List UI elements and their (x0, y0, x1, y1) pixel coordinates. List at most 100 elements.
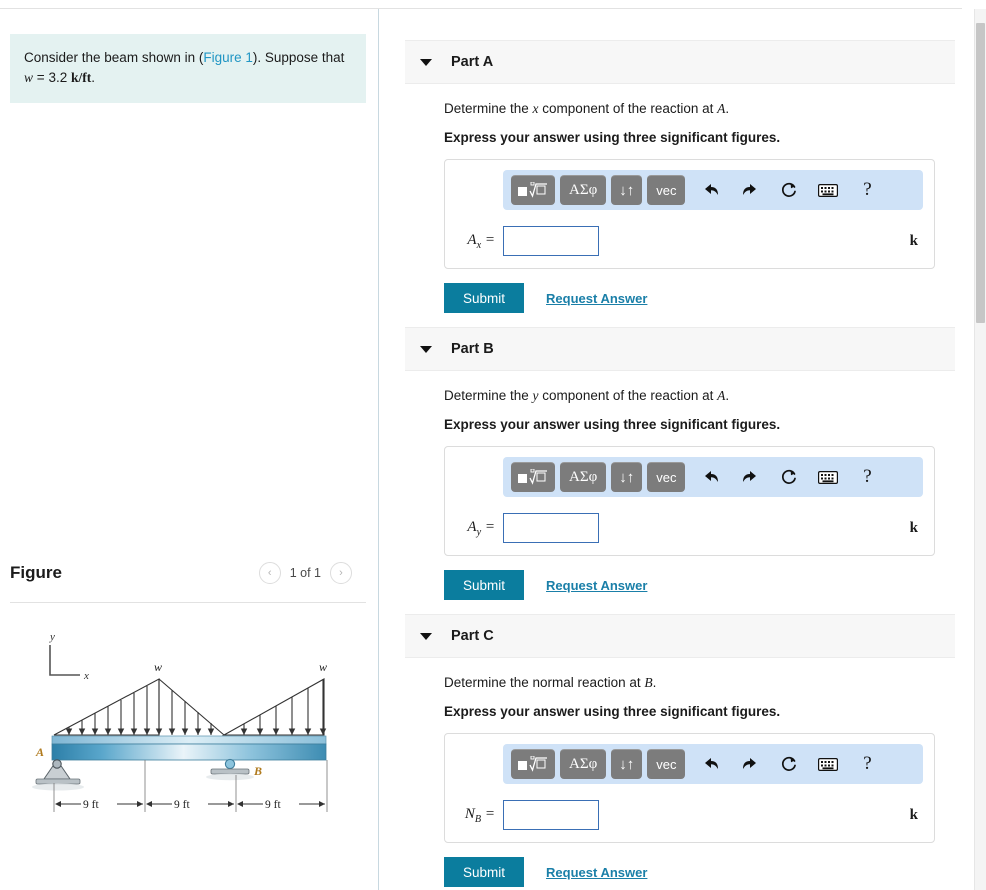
figure-divider (10, 602, 366, 603)
axis-y-label: y (49, 631, 55, 643)
dimension-label-3: 9 ft (265, 799, 281, 811)
part-b-request-answer-link[interactable]: Request Answer (546, 578, 647, 593)
greek-letters-button[interactable]: ΑΣφ (560, 749, 607, 779)
part-a-request-answer-link[interactable]: Request Answer (546, 291, 647, 306)
keyboard-icon[interactable] (815, 464, 841, 490)
reset-icon[interactable] (776, 177, 802, 203)
vector-button[interactable]: vec (647, 462, 686, 492)
prompt-prefix: Determine the normal reaction at (444, 675, 645, 690)
redo-icon[interactable] (737, 751, 763, 777)
subscript-superscript-button[interactable]: ↓↑ (611, 749, 643, 779)
part-b-submit-button[interactable]: Submit (444, 570, 525, 600)
part-section-b: Part B Determine the y component of the … (405, 327, 955, 600)
load-label-left: w (154, 660, 162, 674)
vector-button[interactable]: vec (647, 175, 686, 205)
prompt-suffix: component of the reaction at (538, 101, 718, 116)
figure-prev-button[interactable]: ‹ (258, 562, 281, 584)
undo-icon[interactable] (698, 177, 724, 203)
help-icon[interactable]: ? (854, 751, 880, 777)
subscript-superscript-button[interactable]: ↓↑ (611, 175, 643, 205)
undo-icon[interactable] (698, 751, 724, 777)
answer-symbol: N (464, 805, 475, 822)
part-b-unit: k (909, 519, 918, 536)
figure-title: Figure (10, 563, 62, 582)
scrollbar-thumb[interactable] (976, 23, 985, 323)
dimension-label-2: 9 ft (174, 799, 190, 811)
problem-text-before: Consider the beam shown in ( (24, 50, 204, 65)
keyboard-icon[interactable] (815, 751, 841, 777)
keyboard-icon[interactable] (815, 177, 841, 203)
left-panel: Consider the beam shown in (Figure 1). S… (0, 9, 379, 890)
answer-symbol: A (467, 518, 477, 535)
caret-down-icon[interactable] (420, 345, 432, 353)
part-c-unit: k (909, 806, 918, 823)
part-a-prompt: Determine the x component of the reactio… (444, 101, 955, 117)
figure-nav: ‹ 1 of 1 › (258, 562, 352, 584)
part-b-answer-label: Ay = (467, 518, 495, 538)
part-a-sigfig-note: Express your answer using three signific… (444, 130, 781, 145)
help-icon[interactable]: ? (854, 464, 880, 490)
part-a-answer-label: Ax = (467, 231, 495, 251)
part-b-header[interactable]: Part B (405, 327, 955, 371)
part-b-title: Part B (451, 341, 494, 357)
part-b-answer-row: Ay = k (457, 513, 922, 543)
answer-subscript: x (476, 239, 482, 251)
reset-icon[interactable] (776, 464, 802, 490)
help-icon[interactable]: ? (854, 177, 880, 203)
figure-1-link[interactable]: Figure 1 (203, 50, 253, 65)
roller-support (206, 758, 254, 781)
figure-next-button[interactable]: › (330, 562, 352, 584)
part-c-body: Determine the normal reaction at B. Expr… (405, 658, 955, 887)
axis-indicator (49, 645, 80, 676)
prompt-end: . (725, 101, 730, 116)
greek-letters-button[interactable]: ΑΣφ (560, 462, 607, 492)
answer-symbol: A (467, 231, 477, 248)
caret-down-icon[interactable] (420, 58, 432, 66)
vector-button[interactable]: vec (647, 749, 686, 779)
caret-down-icon[interactable] (420, 632, 432, 640)
prompt-point: B (644, 675, 653, 690)
part-c-header[interactable]: Part C (405, 614, 955, 658)
support-b-label: B (253, 764, 262, 778)
greek-letters-button[interactable]: ΑΣφ (560, 175, 607, 205)
pin-support (32, 759, 84, 791)
beam-diagram[interactable]: y x w w A B 9 ft 9 ft 9 ft (24, 617, 364, 822)
page-root: Consider the beam shown in (Figure 1). S… (0, 0, 986, 890)
prompt-prefix: Determine the (444, 101, 533, 116)
reset-icon[interactable] (776, 751, 802, 777)
problem-equals: = (36, 69, 45, 85)
subscript-superscript-button[interactable]: ↓↑ (611, 462, 643, 492)
part-a-answer-row: Ax = k (457, 226, 922, 256)
undo-icon[interactable] (698, 464, 724, 490)
redo-icon[interactable] (737, 177, 763, 203)
page-scrollbar[interactable] (974, 9, 986, 890)
part-c-math-toolbar: ΑΣφ ↓↑ vec ? (503, 744, 923, 784)
part-section-a: Part A Determine the x component of the … (405, 40, 955, 313)
part-c-answer-input[interactable] (503, 800, 599, 830)
problem-period: . (91, 69, 95, 85)
figure-counter: 1 of 1 (289, 566, 321, 580)
math-template-button[interactable] (511, 462, 555, 492)
part-b-body: Determine the y component of the reactio… (405, 371, 955, 600)
part-c-answer-row: NB = k (457, 800, 922, 830)
problem-statement: Consider the beam shown in (Figure 1). S… (10, 34, 366, 104)
prompt-end: . (652, 675, 657, 690)
part-c-answer-label: NB = (464, 805, 495, 825)
figure-header: Figure ‹ 1 of 1 › (10, 559, 366, 597)
problem-value: 3.2 (48, 69, 68, 85)
part-c-request-answer-link[interactable]: Request Answer (546, 865, 647, 880)
part-a-answer-input[interactable] (503, 226, 599, 256)
part-c-submit-button[interactable]: Submit (444, 857, 525, 887)
part-b-answer-input[interactable] (503, 513, 599, 543)
part-a-answer-card: ΑΣφ ↓↑ vec ? Ax = k (444, 159, 935, 269)
redo-icon[interactable] (737, 464, 763, 490)
math-template-button[interactable] (511, 749, 555, 779)
load-label-right: w (319, 660, 327, 674)
prompt-suffix: component of the reaction at (538, 388, 718, 403)
answer-subscript: B (474, 813, 482, 825)
math-template-button[interactable] (511, 175, 555, 205)
part-a-submit-button[interactable]: Submit (444, 283, 525, 313)
part-a-header[interactable]: Part A (405, 40, 955, 84)
part-a-math-toolbar: ΑΣφ ↓↑ vec ? (503, 170, 923, 210)
dimension-label-1: 9 ft (83, 799, 99, 811)
